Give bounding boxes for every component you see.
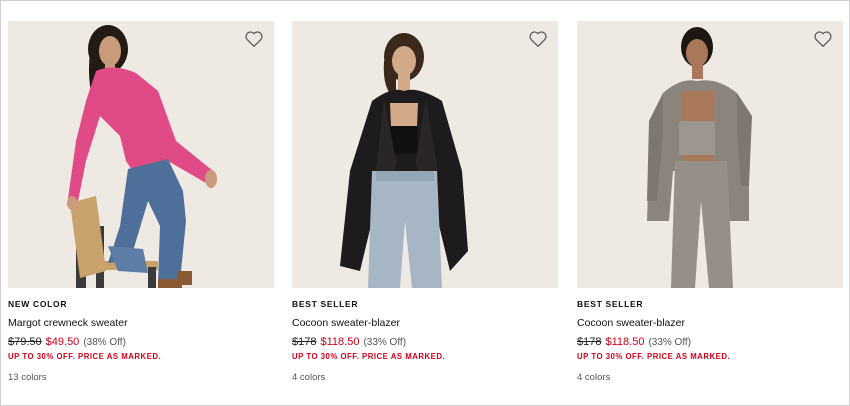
color-count-link[interactable]: 4 colors	[292, 371, 558, 384]
promo-message: UP TO 30% OFF. PRICE AS MARKED.	[292, 352, 446, 361]
product-card: NEW COLOR Margot crewneck sweater $79.50…	[8, 21, 274, 384]
product-name-link[interactable]: Cocoon sweater-blazer	[577, 316, 843, 330]
price-row: $178 $118.50 (33% Off)	[292, 334, 558, 350]
color-count-link[interactable]: 13 colors	[8, 371, 274, 384]
discount-percent: (33% Off)	[363, 337, 407, 348]
heart-outline-icon[interactable]	[528, 30, 548, 48]
original-price: $79.50	[8, 336, 42, 348]
original-price: $178	[577, 336, 602, 348]
product-grid: NEW COLOR Margot crewneck sweater $79.50…	[0, 0, 850, 406]
color-count-link[interactable]: 4 colors	[577, 371, 843, 384]
product-image[interactable]	[292, 21, 558, 288]
original-price: $178	[292, 336, 317, 348]
product-card: BEST SELLER Cocoon sweater-blazer $178 $1…	[577, 21, 843, 384]
sale-price: $49.50	[45, 336, 80, 348]
product-badge: BEST SELLER	[292, 299, 359, 309]
product-image[interactable]	[8, 21, 274, 288]
model-photo-grey-blazer	[577, 21, 843, 288]
price-row: $178 $118.50 (33% Off)	[577, 334, 843, 350]
product-badge: BEST SELLER	[577, 299, 644, 309]
product-name-link[interactable]: Margot crewneck sweater	[8, 316, 274, 330]
sale-price: $118.50	[320, 336, 360, 348]
heart-outline-icon[interactable]	[813, 30, 833, 48]
discount-percent: (33% Off)	[648, 337, 692, 348]
product-badge: NEW COLOR	[8, 299, 68, 309]
heart-outline-icon[interactable]	[244, 30, 264, 48]
product-image[interactable]	[577, 21, 843, 288]
product-card: BEST SELLER Cocoon sweater-blazer $178 $1…	[292, 21, 558, 384]
price-row: $79.50 $49.50 (38% Off)	[8, 334, 274, 350]
model-photo-pink-sweater	[8, 21, 274, 288]
sale-price: $118.50	[605, 336, 645, 348]
model-photo-black-blazer	[292, 21, 558, 288]
product-name-link[interactable]: Cocoon sweater-blazer	[292, 316, 558, 330]
discount-percent: (38% Off)	[83, 337, 126, 348]
promo-message: UP TO 30% OFF. PRICE AS MARKED.	[8, 352, 162, 361]
promo-message: UP TO 30% OFF. PRICE AS MARKED.	[577, 352, 731, 361]
